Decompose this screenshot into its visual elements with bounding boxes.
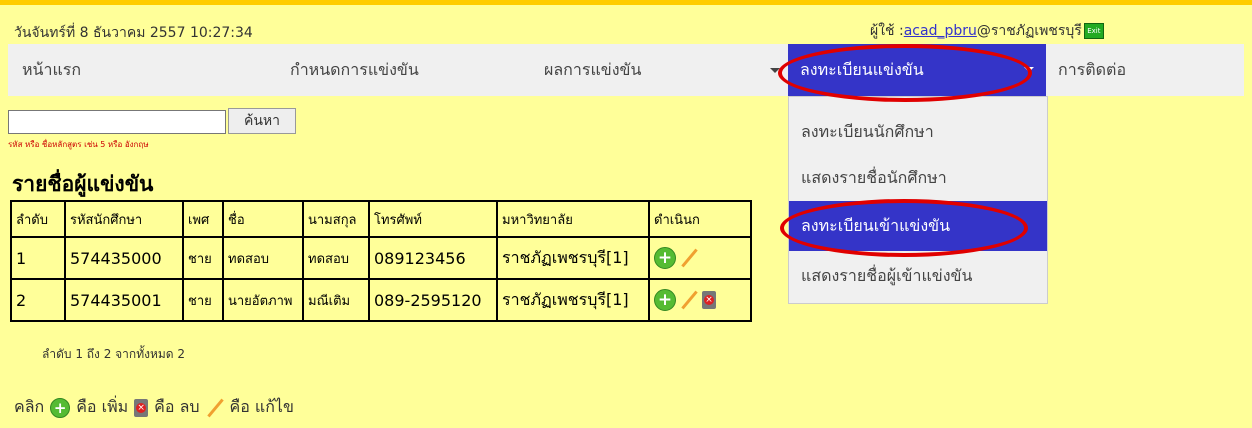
col-header-phone: โทรศัพท์: [368, 200, 498, 238]
legend-click-label: คลิก: [14, 397, 45, 416]
cell-first-name: นายอัตภาพ: [222, 278, 304, 322]
cell-no: 1: [10, 236, 66, 280]
col-header-student-id: รหัสนักศึกษา: [64, 200, 184, 238]
current-datetime: วันจันทร์ที่ 8 ธันวาคม 2557 10:27:34: [14, 25, 253, 41]
col-header-no: ลำดับ: [10, 200, 66, 238]
cell-university: ราชภัฏเพชรบุรี[1]: [496, 278, 650, 322]
user-label: ผู้ใช้ :: [870, 23, 904, 39]
search-button[interactable]: ค้นหา: [228, 108, 296, 134]
delete-trash-icon[interactable]: [702, 291, 716, 309]
col-header-gender: เพศ: [182, 200, 224, 238]
cell-actions: +: [648, 236, 752, 280]
menu-item-list-students[interactable]: แสดงรายชื่อนักศึกษา: [789, 153, 1047, 203]
nav-home[interactable]: หน้าแรก: [22, 44, 81, 96]
cell-student-id: 574435000: [64, 236, 184, 280]
cell-phone: 089-2595120: [368, 278, 498, 322]
pagination-info: ลำดับ 1 ถึง 2 จากทั้งหมด 2: [42, 347, 186, 361]
exit-icon[interactable]: Exit: [1083, 23, 1104, 39]
delete-trash-icon: [134, 398, 149, 417]
table-row: 2 574435001 ชาย นายอัตภาพ มณีเติม 089-25…: [10, 278, 752, 322]
cell-last-name: มณีเติม: [302, 278, 370, 322]
legend-edit-label: คือ แก้ไข: [229, 397, 294, 416]
edit-pencil-icon[interactable]: [680, 249, 698, 267]
col-header-actions: ดำเนินก: [648, 200, 752, 238]
legend-add-label: คือ เพิ่ม: [76, 397, 129, 416]
cell-gender: ชาย: [182, 278, 224, 322]
nav-contact[interactable]: การติดต่อ: [1058, 44, 1126, 96]
icon-legend: คลิก + คือ เพิ่ม คือ ลบ คือ แก้ไข: [14, 395, 294, 420]
edit-pencil-icon[interactable]: [680, 291, 698, 309]
nav-results[interactable]: ผลการแข่งขัน: [544, 44, 641, 96]
competitor-table: ลำดับ รหัสนักศึกษา เพศ ชื่อ นามสกุล โทรศ…: [10, 200, 752, 322]
search-input[interactable]: [8, 110, 226, 134]
user-org: @ราชภัฏเพชรบุรี: [976, 23, 1082, 39]
menu-item-list-competitors[interactable]: แสดงรายชื่อผู้เข้าแข่งขัน: [789, 251, 1047, 301]
cell-gender: ชาย: [182, 236, 224, 280]
cell-last-name: ทดสอบ: [302, 236, 370, 280]
col-header-last-name: นามสกุล: [302, 200, 370, 238]
search-hint: รหัส หรือ ชื่อหลักสูตร เช่น 5 หรือ อังกฤ…: [8, 140, 149, 149]
menu-item-register-student[interactable]: ลงทะเบียนนักศึกษา: [789, 107, 1047, 157]
nav-schedule[interactable]: กำหนดการแข่งขัน: [290, 44, 419, 96]
table-header-row: ลำดับ รหัสนักศึกษา เพศ ชื่อ นามสกุล โทรศ…: [10, 200, 752, 238]
cell-actions: +: [648, 278, 752, 322]
col-header-first-name: ชื่อ: [222, 200, 304, 238]
cell-phone: 089123456: [368, 236, 498, 280]
username-link[interactable]: acad_pbru: [904, 23, 977, 39]
user-info: ผู้ใช้ :acad_pbru@ราชภัฏเพชรบุรี Exit: [870, 20, 1104, 42]
main-navbar: หน้าแรก กำหนดการแข่งขัน ผลการแข่งขัน การ…: [8, 44, 1244, 96]
col-header-university: มหาวิทยาลัย: [496, 200, 650, 238]
nav-results-caret[interactable]: [764, 44, 780, 96]
cell-first-name: ทดสอบ: [222, 236, 304, 280]
top-accent-bar: [0, 0, 1252, 5]
add-icon[interactable]: +: [654, 247, 676, 269]
table-row: 1 574435000 ชาย ทดสอบ ทดสอบ 089123456 รา…: [10, 236, 752, 280]
cell-university: ราชภัฏเพชรบุรี[1]: [496, 236, 650, 280]
cell-student-id: 574435001: [64, 278, 184, 322]
cell-no: 2: [10, 278, 66, 322]
add-icon: +: [50, 397, 71, 418]
competitor-list-title: รายชื่อผู้แข่งขัน: [12, 172, 154, 196]
add-icon[interactable]: +: [654, 289, 676, 311]
menu-item-register-competition[interactable]: ลงทะเบียนเข้าแข่งขัน: [789, 201, 1047, 251]
nav-register-label: ลงทะเบียนแข่งขัน: [800, 60, 924, 79]
chevron-down-icon: [1024, 67, 1034, 72]
legend-delete-label: คือ ลบ: [154, 397, 200, 416]
nav-register[interactable]: ลงทะเบียนแข่งขัน: [788, 44, 1046, 96]
register-dropdown-menu: ลงทะเบียนนักศึกษา แสดงรายชื่อนักศึกษา ลง…: [788, 96, 1048, 304]
chevron-down-icon: [770, 68, 780, 73]
edit-pencil-icon: [206, 399, 224, 417]
